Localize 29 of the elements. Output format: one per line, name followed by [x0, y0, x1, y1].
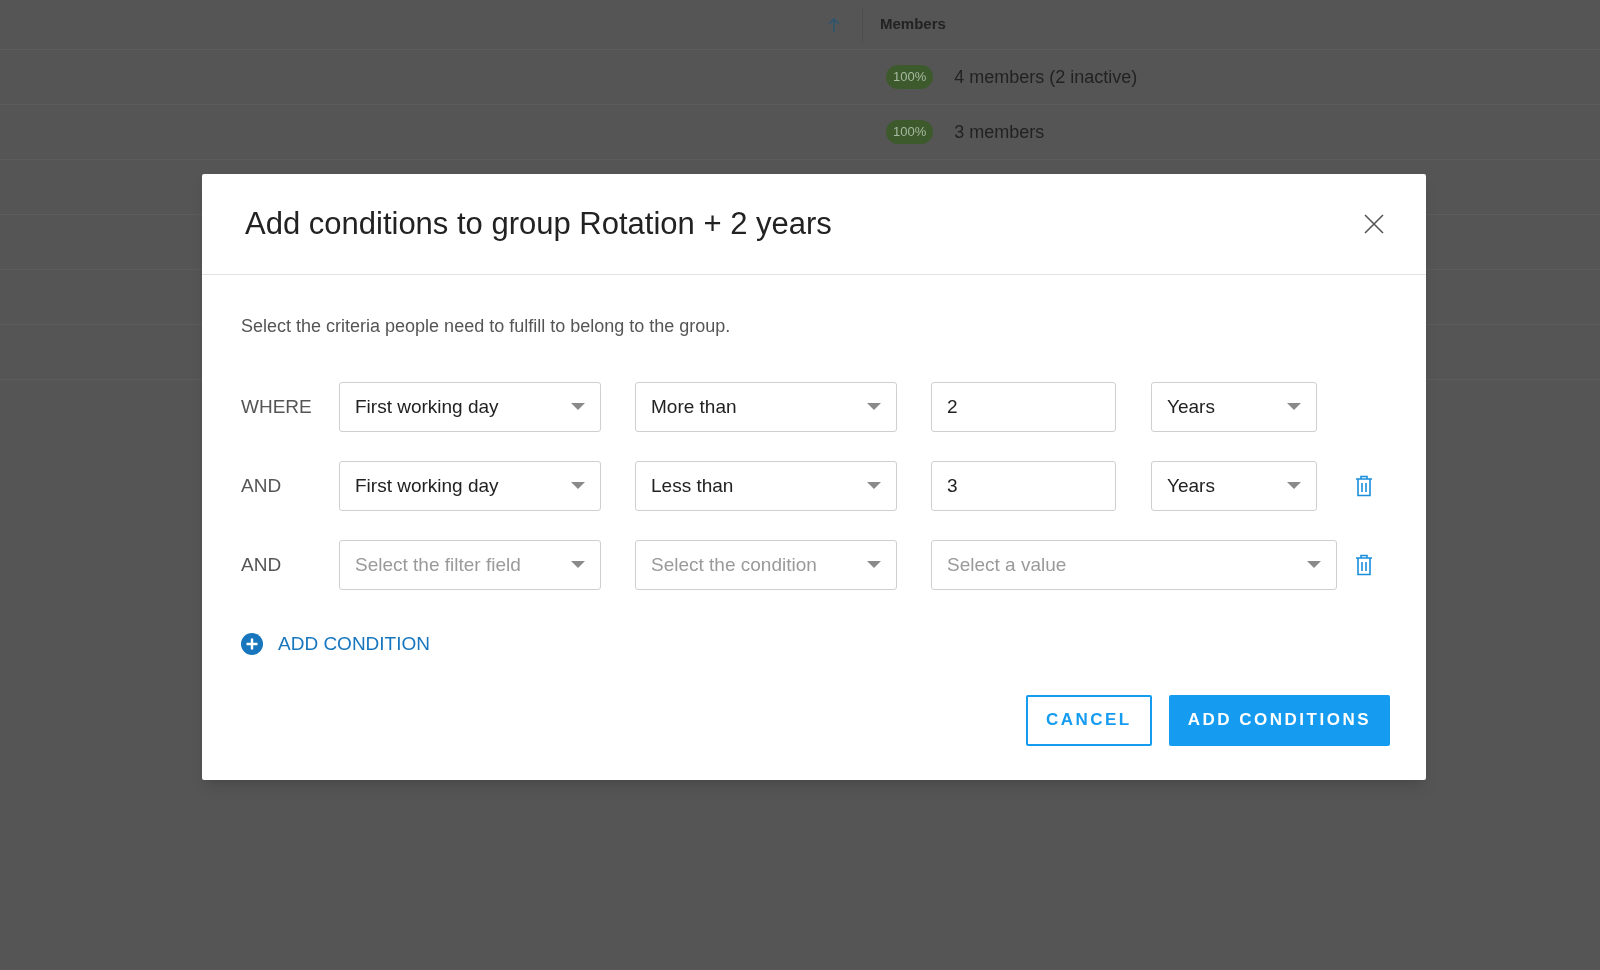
caret-icon — [1287, 403, 1301, 411]
add-condition-link[interactable]: ADD CONDITION — [241, 630, 430, 659]
filter-field-select[interactable]: First working day — [339, 461, 601, 511]
trash-icon[interactable] — [1355, 475, 1373, 497]
caret-icon — [1287, 482, 1301, 490]
dialog-title: Add conditions to group Rotation + 2 years — [245, 204, 832, 243]
percentage-badge: 100% — [886, 120, 934, 144]
caret-icon — [867, 561, 881, 569]
unit-select[interactable]: Years — [1151, 461, 1317, 511]
caret-icon — [1307, 561, 1321, 569]
condition-select[interactable]: More than — [635, 382, 897, 432]
plus-circle-icon — [241, 633, 263, 656]
filter-field-select[interactable]: First working day — [339, 382, 601, 432]
value-input-field[interactable]: 2 — [931, 382, 1116, 432]
conjunction-label: WHERE — [241, 394, 313, 419]
conjunction-label: AND — [241, 473, 283, 498]
dialog-description: Select the criteria people need to fulfill to belong to the group. — [241, 315, 732, 338]
caret-icon — [571, 482, 585, 490]
caret-icon — [571, 561, 585, 569]
caret-icon — [867, 482, 881, 490]
close-icon[interactable] — [1364, 214, 1384, 234]
condition-select[interactable]: Less than — [635, 461, 897, 511]
trash-icon[interactable] — [1355, 554, 1373, 576]
value-input-field[interactable]: 3 — [931, 461, 1116, 511]
caret-icon — [571, 403, 585, 411]
caret-icon — [867, 403, 881, 411]
conjunction-label: AND — [241, 552, 283, 577]
unit-select[interactable]: Years — [1151, 382, 1317, 432]
percentage-badge: 100% — [886, 65, 934, 89]
